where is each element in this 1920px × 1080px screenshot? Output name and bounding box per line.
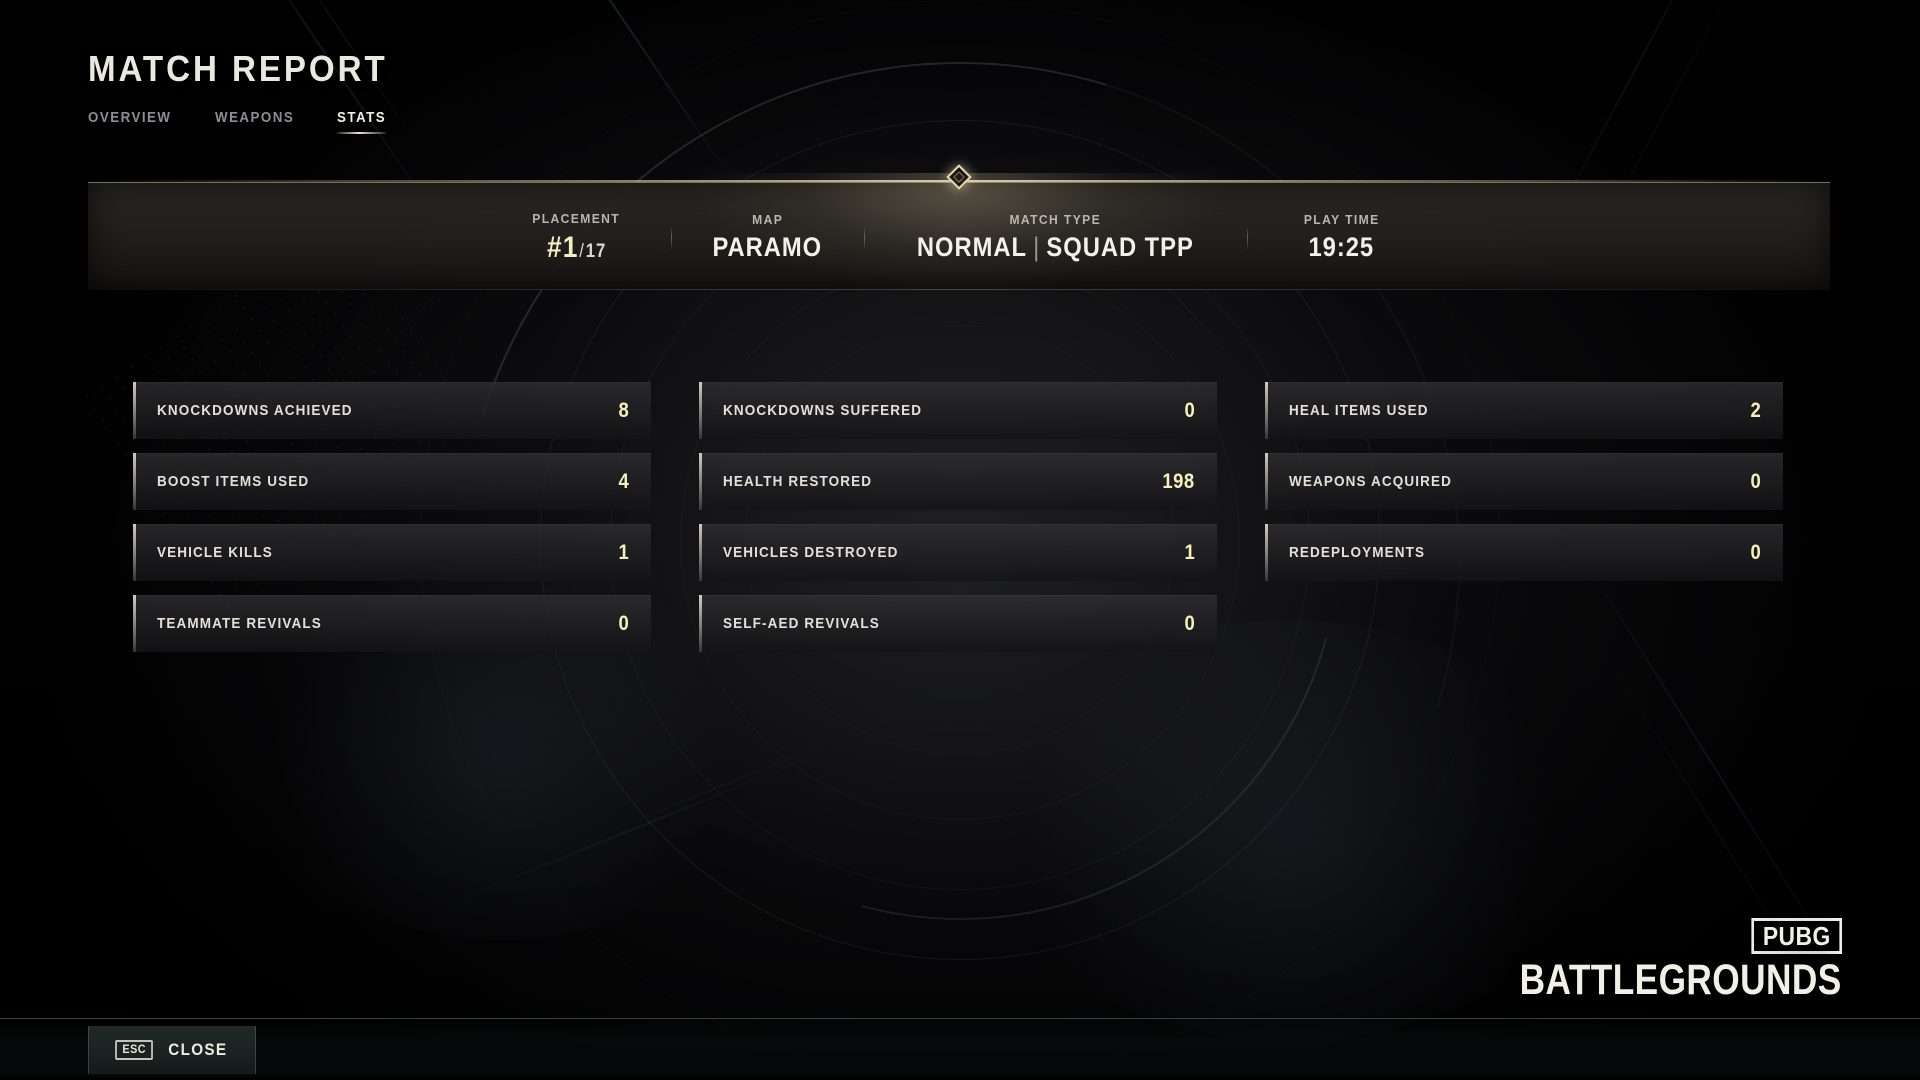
stat-value: 0 (1750, 540, 1761, 564)
tab-stats[interactable]: STATS (336, 110, 387, 134)
match-mode: NORMAL (916, 232, 1027, 262)
stat-label: REDEPLOYMENTS (1289, 544, 1426, 561)
table-row: VEHICLE KILLS 1 (133, 524, 651, 581)
footer-bar: ESC CLOSE (0, 1018, 1920, 1080)
stat-label: SELF-AED REVIVALS (723, 615, 880, 632)
stat-label: HEALTH RESTORED (723, 473, 873, 490)
pubg-battlegrounds-logo: PUBG BATTLEGROUNDS (1449, 917, 1842, 1004)
stat-label: TEAMMATE REVIVALS (157, 615, 322, 632)
table-row: BOOST ITEMS USED 4 (133, 453, 651, 510)
table-row: REDEPLOYMENTS 0 (1265, 524, 1783, 581)
map-value: PARAMO (712, 232, 823, 262)
stat-value: 0 (618, 611, 629, 635)
footer-divider (0, 1076, 1920, 1080)
stat-label: KNOCKDOWNS ACHIEVED (157, 402, 353, 419)
play-time-label: PLAY TIME (1303, 212, 1380, 227)
stats-column-3: HEAL ITEMS USED 2 WEAPONS ACQUIRED 0 RED… (1265, 382, 1783, 652)
stat-value: 8 (618, 398, 629, 422)
close-button[interactable]: ESC CLOSE (88, 1026, 256, 1074)
stat-value: 2 (1750, 398, 1761, 422)
placement-rank: #1 (546, 230, 579, 264)
table-row: KNOCKDOWNS SUFFERED 0 (699, 382, 1217, 439)
table-row: TEAMMATE REVIVALS 0 (133, 595, 651, 652)
stat-label: BOOST ITEMS USED (157, 473, 310, 490)
stat-value: 1 (618, 540, 629, 564)
stat-value: 198 (1162, 469, 1195, 493)
page-title: MATCH REPORT (88, 48, 388, 89)
map-label: MAP (752, 212, 784, 227)
match-info-bar: PLACEMENT #1/17 MAP PARAMO MATCH TYPE NO… (88, 164, 1830, 293)
stat-label: HEAL ITEMS USED (1289, 402, 1429, 419)
placement-separator: / (578, 240, 585, 262)
stats-column-1: KNOCKDOWNS ACHIEVED 8 BOOST ITEMS USED 4… (133, 382, 651, 652)
placement-total: 17 (585, 240, 606, 262)
info-cell-match-type: MATCH TYPE NORMAL | SQUAD TPP (863, 212, 1247, 261)
tab-weapons[interactable]: WEAPONS (215, 110, 294, 134)
match-type-label: MATCH TYPE (1009, 212, 1102, 227)
info-cell-play-time: PLAY TIME 19:25 (1246, 212, 1437, 262)
stat-value: 4 (618, 469, 629, 493)
tab-bar: OVERVIEW WEAPONS STATS (88, 110, 414, 134)
stats-column-2: KNOCKDOWNS SUFFERED 0 HEALTH RESTORED 19… (699, 382, 1217, 652)
info-cell-placement: PLACEMENT #1/17 (481, 211, 671, 263)
logo-mark: PUBG (1751, 917, 1842, 954)
match-type-value: NORMAL | SQUAD TPP (917, 234, 1194, 261)
table-row: SELF-AED REVIVALS 0 (699, 595, 1217, 652)
info-cell-map: MAP PARAMO (671, 212, 864, 261)
match-type-separator: | (1033, 232, 1041, 262)
table-row: VEHICLES DESTROYED 1 (699, 524, 1217, 581)
table-row: HEAL ITEMS USED 2 (1265, 382, 1783, 439)
header: MATCH REPORT OVERVIEW WEAPONS STATS (88, 48, 414, 134)
close-button-label: CLOSE (168, 1040, 228, 1059)
stat-label: WEAPONS ACQUIRED (1289, 473, 1453, 490)
logo-wordmark: BATTLEGROUNDS (1519, 956, 1842, 1004)
stats-grid: KNOCKDOWNS ACHIEVED 8 BOOST ITEMS USED 4… (133, 382, 1788, 652)
tab-overview[interactable]: OVERVIEW (88, 110, 171, 134)
esc-key-icon: ESC (115, 1040, 154, 1060)
stat-value: 0 (1184, 611, 1195, 635)
placement-value: #1/17 (546, 230, 606, 264)
stat-label: VEHICLES DESTROYED (723, 544, 899, 561)
stat-label: KNOCKDOWNS SUFFERED (723, 402, 923, 419)
table-row: WEAPONS ACQUIRED 0 (1265, 453, 1783, 510)
match-report-screen: MATCH REPORT OVERVIEW WEAPONS STATS PLAC… (0, 0, 1920, 1080)
stat-value: 0 (1184, 398, 1195, 422)
match-queue: SQUAD TPP (1046, 232, 1194, 262)
play-time-value: 19:25 (1308, 232, 1375, 262)
stat-value: 1 (1184, 540, 1195, 564)
stat-value: 0 (1750, 469, 1761, 493)
table-row: KNOCKDOWNS ACHIEVED 8 (133, 382, 651, 439)
placement-label: PLACEMENT (532, 210, 621, 226)
stat-label: VEHICLE KILLS (157, 544, 273, 561)
table-row: HEALTH RESTORED 198 (699, 453, 1217, 510)
